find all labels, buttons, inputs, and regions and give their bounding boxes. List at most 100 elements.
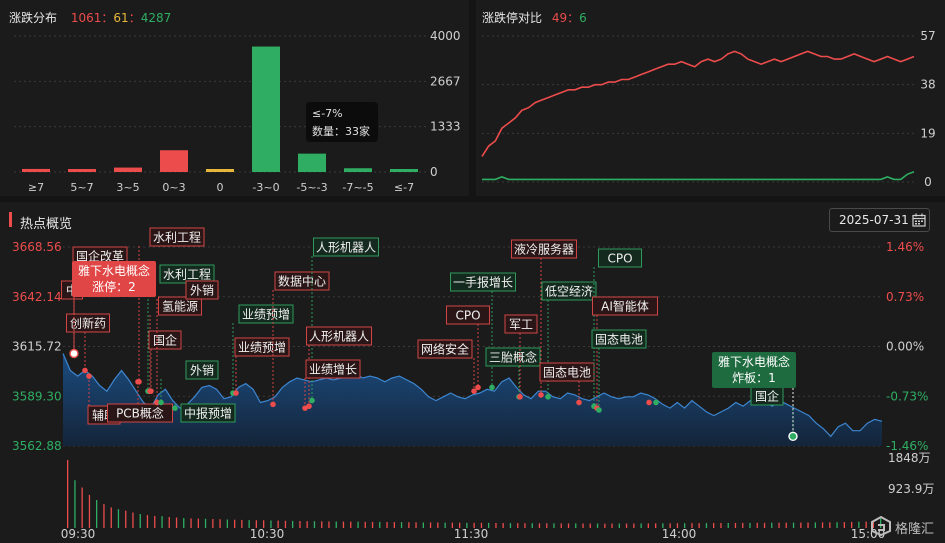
volume-bar bbox=[96, 500, 98, 528]
theme-label: 低空经济 bbox=[545, 284, 593, 299]
volume-bar bbox=[713, 523, 715, 528]
volume-bar bbox=[705, 523, 708, 528]
volume-bar bbox=[531, 523, 533, 528]
label-dot bbox=[596, 407, 602, 413]
label-dot bbox=[475, 384, 481, 391]
volume-bar bbox=[212, 519, 214, 528]
theme-label: 数据中心 bbox=[278, 274, 326, 289]
y-tick-label-right: 0.73% bbox=[886, 290, 924, 304]
label-dot bbox=[172, 405, 178, 411]
theme-label: 业绩预增 bbox=[238, 341, 286, 355]
theme-label: 创新药 bbox=[70, 316, 106, 331]
label-dot bbox=[82, 367, 88, 374]
volume-bar bbox=[792, 522, 795, 528]
volume-bar bbox=[553, 523, 555, 528]
volume-bar bbox=[350, 521, 352, 528]
volume-bar bbox=[640, 523, 642, 528]
volume-bar bbox=[299, 521, 301, 528]
volume-bar bbox=[749, 522, 751, 528]
volume-bar bbox=[836, 522, 838, 528]
volume-bar bbox=[357, 521, 359, 528]
volume-bar bbox=[509, 523, 512, 528]
theme-label: 军工 bbox=[509, 318, 533, 332]
theme-label: 固态电池 bbox=[595, 333, 643, 347]
volume-bar bbox=[335, 521, 337, 528]
volume-bar bbox=[146, 515, 149, 528]
volume-bar bbox=[197, 518, 199, 528]
volume-bar bbox=[647, 523, 649, 528]
volume-bar bbox=[400, 522, 403, 528]
volume-bar bbox=[517, 523, 519, 528]
volume-bar bbox=[321, 521, 323, 528]
date-picker[interactable]: 2025-07-31 bbox=[829, 208, 930, 232]
volume-bar bbox=[110, 507, 112, 528]
theme-label: 国企 bbox=[755, 389, 779, 404]
volume-bar bbox=[241, 519, 243, 528]
volume-bar bbox=[785, 522, 787, 528]
label-dot bbox=[270, 401, 276, 408]
volume-bar bbox=[437, 522, 439, 528]
volume-bar bbox=[415, 522, 417, 528]
volume-bar bbox=[125, 510, 127, 528]
volume-bar bbox=[727, 523, 729, 528]
theme-label: 网络安全 bbox=[421, 342, 469, 357]
volume-bar bbox=[582, 523, 584, 528]
callout-value: 涨停：2 bbox=[92, 279, 136, 294]
volume-bar bbox=[814, 522, 816, 528]
x-tick-label: 14:00 bbox=[662, 527, 697, 541]
theme-label: CPO bbox=[455, 309, 480, 323]
callout-value: 炸板：1 bbox=[732, 371, 776, 385]
volume-bar bbox=[698, 523, 700, 528]
volume-bar bbox=[408, 522, 410, 528]
callout-title: 雅下水电概念 bbox=[78, 263, 150, 278]
callout-dot bbox=[788, 431, 798, 442]
volume-bar bbox=[800, 522, 802, 528]
volume-bar bbox=[538, 523, 541, 528]
theme-label: 三胎概念 bbox=[489, 350, 537, 365]
volume-bar bbox=[81, 487, 83, 528]
volume-bar bbox=[495, 523, 497, 528]
volume-bar bbox=[371, 521, 374, 528]
logo-text: 格隆汇 bbox=[895, 522, 935, 537]
theme-label: CPO bbox=[607, 252, 632, 266]
label-dot bbox=[309, 397, 315, 404]
y-tick-label-left: 3589.30 bbox=[12, 389, 62, 403]
volume-bar bbox=[161, 516, 163, 528]
theme-label: 外销 bbox=[190, 284, 214, 298]
volume-tick-label: 923.9万 bbox=[888, 482, 934, 496]
theme-label: 业绩预增 bbox=[242, 308, 290, 322]
volume-bar bbox=[190, 518, 192, 528]
theme-label: 业绩增长 bbox=[309, 363, 357, 377]
y-tick-label-right: -0.73% bbox=[886, 389, 928, 403]
volume-bar bbox=[763, 522, 766, 528]
volume-bar bbox=[234, 519, 236, 528]
volume-bar bbox=[807, 522, 809, 528]
x-tick-label: 10:30 bbox=[250, 527, 285, 541]
volume-bar bbox=[342, 521, 345, 528]
volume-bar bbox=[742, 522, 744, 528]
volume-bar bbox=[734, 522, 737, 528]
volume-bar bbox=[633, 523, 635, 528]
callout-dot bbox=[69, 348, 79, 359]
volume-bar bbox=[567, 523, 570, 528]
volume-bar bbox=[756, 522, 758, 528]
callout-title: 雅下水电概念 bbox=[718, 354, 790, 369]
volume-bar bbox=[364, 521, 366, 528]
hot-overview-chart: 3668.56 1.46% 3642.14 0.73% 3615.72 0.00% 3589… bbox=[12, 227, 934, 541]
calendar-icon bbox=[912, 213, 926, 227]
volume-bar bbox=[604, 523, 606, 528]
volume-bar bbox=[655, 523, 657, 528]
volume-bar bbox=[183, 518, 185, 528]
volume-bar bbox=[596, 523, 599, 528]
volume-bar bbox=[386, 522, 388, 528]
theme-label: AI智能体 bbox=[601, 299, 649, 314]
volume-bar bbox=[575, 523, 577, 528]
volume-bar bbox=[422, 522, 424, 528]
logo-mark-icon bbox=[871, 516, 891, 536]
label-dot bbox=[576, 399, 582, 406]
theme-label: 固态电池 bbox=[543, 366, 591, 380]
volume-bar bbox=[67, 460, 69, 528]
theme-label: 人形机器人 bbox=[309, 330, 369, 344]
label-dot bbox=[158, 399, 164, 406]
volume-bar bbox=[292, 520, 294, 528]
